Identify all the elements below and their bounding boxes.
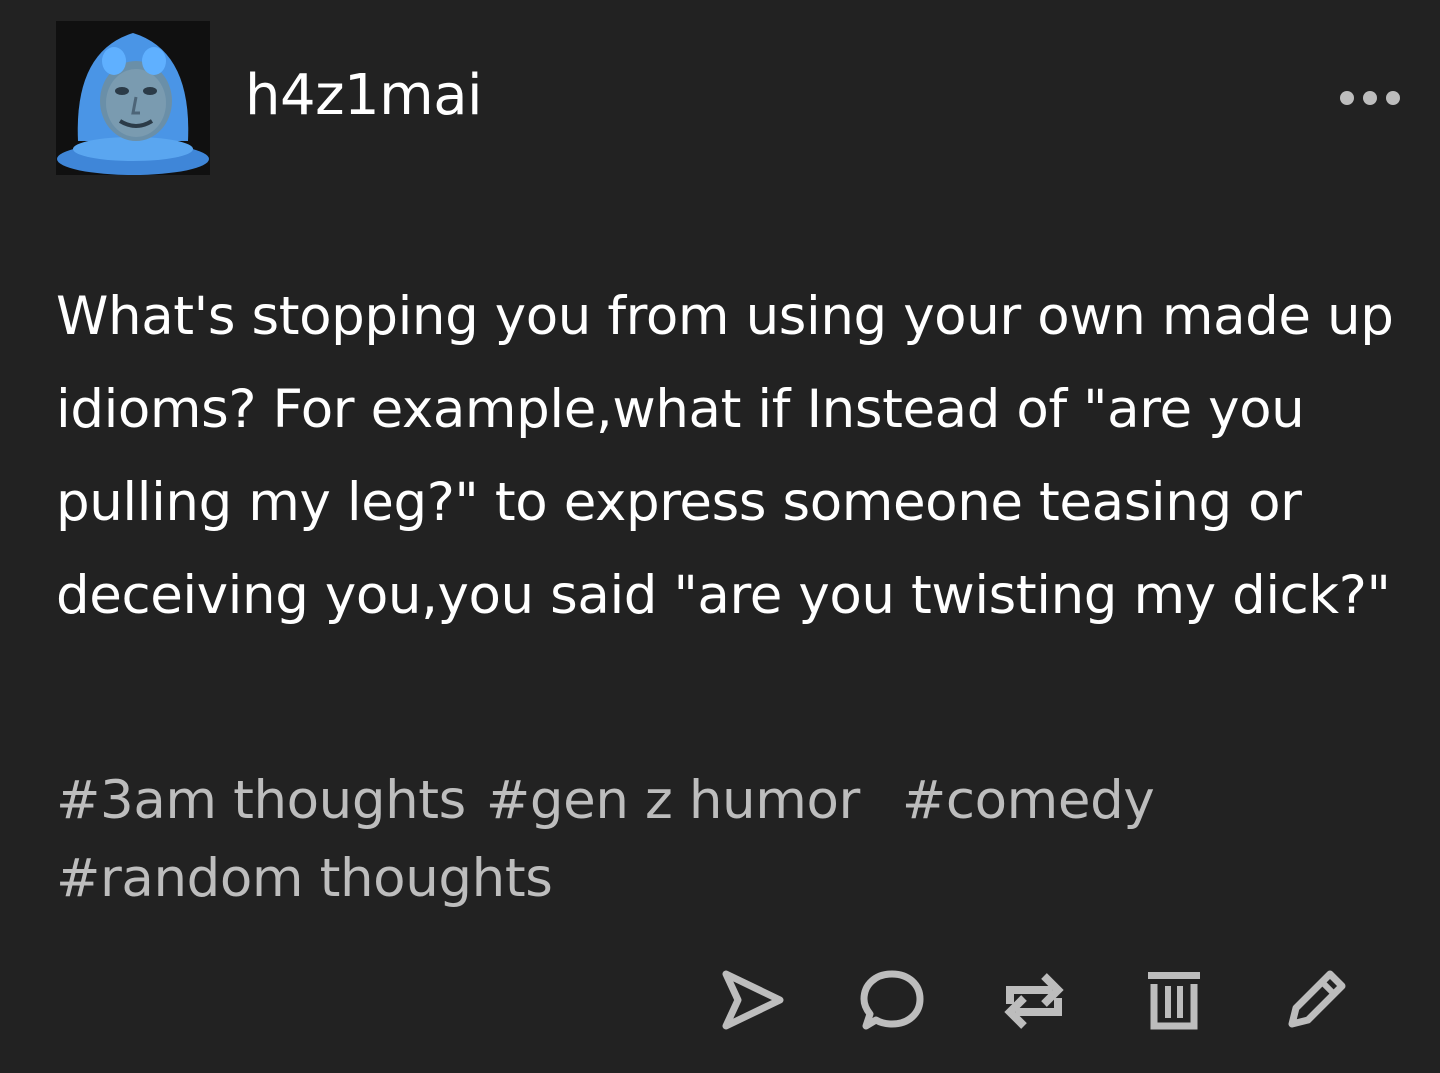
post-body: What's stopping you from using your own … — [56, 286, 1394, 626]
tag-item[interactable]: #gen z humor — [486, 762, 860, 840]
tag-item[interactable]: #random thoughts — [56, 840, 553, 918]
send-icon[interactable] — [714, 962, 790, 1038]
tag-item[interactable]: #comedy — [902, 762, 1155, 840]
comment-icon[interactable] — [854, 962, 930, 1038]
pencil-icon[interactable] — [1278, 962, 1354, 1038]
more-icon[interactable] — [1338, 84, 1402, 112]
post-actions — [714, 962, 1354, 1038]
username[interactable]: h4z1mai — [245, 58, 483, 134]
post-card: h4z1mai What's stopping you from using y… — [0, 0, 1440, 1073]
tag-item[interactable]: #3am thoughts — [56, 762, 466, 840]
reblog-icon[interactable] — [996, 962, 1072, 1038]
avatar[interactable] — [56, 21, 210, 175]
tag-list: #3am thoughts #gen z humor #comedy #random… — [56, 762, 1396, 918]
trash-icon[interactable] — [1136, 962, 1212, 1038]
